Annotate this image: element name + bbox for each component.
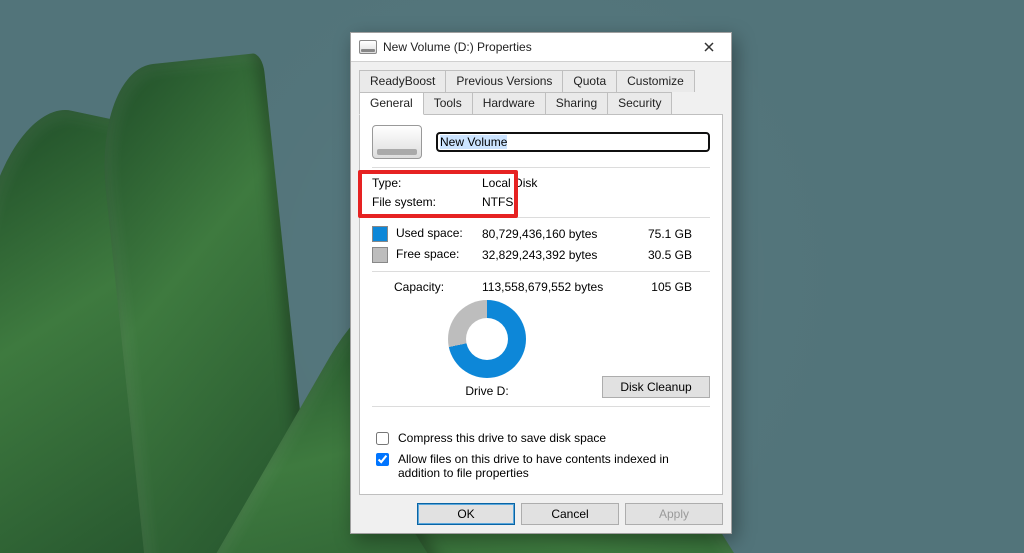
close-icon [704, 42, 714, 52]
free-swatch [372, 247, 388, 263]
drive-icon [359, 40, 377, 54]
disk-cleanup-button[interactable]: Disk Cleanup [602, 376, 710, 398]
filesystem-value: NTFS [482, 195, 710, 209]
tab-hardware[interactable]: Hardware [472, 92, 546, 115]
free-label: Free space: [372, 247, 482, 263]
free-human: 30.5 GB [632, 248, 692, 262]
drive-letter-label: Drive D: [465, 384, 508, 398]
compress-label: Compress this drive to save disk space [398, 431, 606, 445]
tab-general[interactable]: General [359, 92, 424, 115]
capacity-label: Capacity: [372, 280, 482, 294]
tab-customize[interactable]: Customize [616, 70, 695, 92]
tab-sharing[interactable]: Sharing [545, 92, 608, 115]
drive-large-icon [372, 125, 422, 159]
capacity-human: 105 GB [632, 280, 692, 294]
capacity-bytes: 113,558,679,552 bytes [482, 280, 632, 294]
type-label: Type: [372, 176, 482, 190]
tab-previous-versions[interactable]: Previous Versions [445, 70, 563, 92]
filesystem-label: File system: [372, 195, 482, 209]
free-bytes: 32,829,243,392 bytes [482, 248, 632, 262]
usage-donut-chart [448, 300, 526, 378]
index-checkbox-row[interactable]: Allow files on this drive to have conten… [372, 452, 710, 480]
tab-quota[interactable]: Quota [562, 70, 617, 92]
index-checkbox[interactable] [376, 453, 389, 466]
apply-button: Apply [625, 503, 723, 525]
used-bytes: 80,729,436,160 bytes [482, 227, 632, 241]
compress-checkbox-row[interactable]: Compress this drive to save disk space [372, 431, 710, 448]
general-tab-page: Type: Local Disk File system: NTFS Used … [359, 114, 723, 495]
used-swatch [372, 226, 388, 242]
compress-checkbox[interactable] [376, 432, 389, 445]
cancel-button[interactable]: Cancel [521, 503, 619, 525]
ok-button[interactable]: OK [417, 503, 515, 525]
properties-dialog: New Volume (D:) Properties ReadyBoost Pr… [350, 32, 732, 534]
tab-strip: ReadyBoost Previous Versions Quota Custo… [359, 70, 723, 115]
dialog-title: New Volume (D:) Properties [383, 40, 691, 54]
tab-security[interactable]: Security [607, 92, 672, 115]
tab-tools[interactable]: Tools [423, 92, 473, 115]
used-human: 75.1 GB [632, 227, 692, 241]
close-button[interactable] [691, 36, 727, 58]
used-label: Used space: [372, 226, 482, 242]
tab-readyboost[interactable]: ReadyBoost [359, 70, 446, 92]
type-value: Local Disk [482, 176, 710, 190]
titlebar[interactable]: New Volume (D:) Properties [351, 33, 731, 62]
volume-name-input[interactable] [436, 132, 710, 152]
index-label: Allow files on this drive to have conten… [398, 452, 710, 480]
